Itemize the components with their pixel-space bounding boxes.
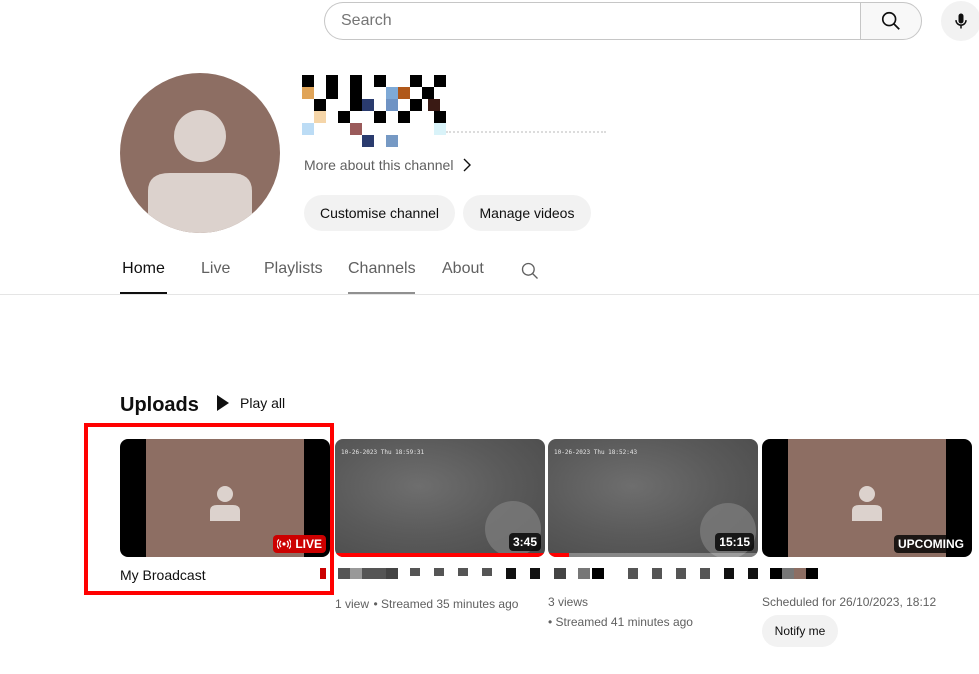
duration-badge: 15:15: [715, 533, 754, 551]
manage-videos-button[interactable]: Manage videos: [463, 195, 591, 231]
search-icon: [521, 262, 538, 279]
default-avatar-icon: [148, 110, 252, 233]
search-bar: [324, 2, 922, 40]
customise-channel-button[interactable]: Customise channel: [304, 195, 455, 231]
video-thumbnail-4[interactable]: UPCOMING: [762, 439, 972, 557]
more-about-link[interactable]: More about this channel: [304, 157, 473, 173]
upcoming-badge: UPCOMING: [894, 535, 968, 553]
watch-progress: [548, 553, 569, 557]
highlight-box: [84, 423, 334, 595]
video-meta-2: 1 view • Streamed 35 minutes ago: [335, 595, 518, 613]
meta-separator: •: [548, 615, 556, 629]
uploads-heading: Uploads: [120, 394, 199, 416]
scheduled-time: Scheduled for 26/10/2023, 18:12: [762, 595, 937, 609]
play-all-button[interactable]: Play all: [214, 394, 285, 412]
mic-icon: [955, 13, 967, 29]
channel-name-redacted: [302, 75, 607, 149]
meta-separator: •: [373, 597, 382, 611]
tab-about[interactable]: About: [442, 260, 484, 294]
voice-search-button[interactable]: [941, 1, 979, 41]
stream-time: Streamed 41 minutes ago: [555, 615, 693, 629]
tab-playlists-label: Playlists: [264, 260, 323, 277]
search-icon: [881, 11, 900, 30]
tab-live[interactable]: Live: [201, 260, 230, 294]
tab-channels-label: Channels: [348, 260, 416, 277]
search-input[interactable]: [324, 2, 860, 40]
tab-divider: [0, 294, 979, 295]
channel-avatar: [120, 73, 280, 233]
tab-channels[interactable]: Channels: [348, 260, 416, 294]
default-avatar-icon: [852, 486, 882, 521]
notify-me-button[interactable]: Notify me: [762, 615, 838, 647]
more-about-label: More about this channel: [304, 157, 454, 173]
tab-home[interactable]: Home: [120, 260, 167, 294]
video-thumbnail-2[interactable]: 10-26-2023 Thu 18:59:31 3:45: [335, 439, 545, 557]
video-meta-3: • Streamed 41 minutes ago: [548, 613, 693, 631]
stream-time: Streamed 35 minutes ago: [381, 597, 519, 611]
tab-search-button[interactable]: [520, 261, 540, 286]
tab-playlists[interactable]: Playlists: [264, 260, 323, 294]
video-thumbnail-3[interactable]: 10-26-2023 Thu 18:52:43 15:15: [548, 439, 758, 557]
view-count: 1 view: [335, 597, 370, 611]
camera-timestamp: 10-26-2023 Thu 18:52:43: [554, 449, 638, 456]
play-all-label: Play all: [240, 395, 286, 411]
tab-home-label: Home: [122, 260, 165, 277]
duration-badge: 3:45: [508, 533, 541, 551]
tab-live-label: Live: [201, 260, 231, 277]
camera-timestamp: 10-26-2023 Thu 18:59:31: [341, 449, 425, 456]
progress-track: [548, 553, 758, 557]
search-button[interactable]: [860, 2, 922, 40]
tab-about-label: About: [442, 260, 484, 277]
watch-progress: [335, 553, 545, 557]
view-count: 3 views: [548, 595, 589, 609]
play-icon: [217, 395, 229, 411]
chevron-right-icon: [463, 158, 472, 172]
